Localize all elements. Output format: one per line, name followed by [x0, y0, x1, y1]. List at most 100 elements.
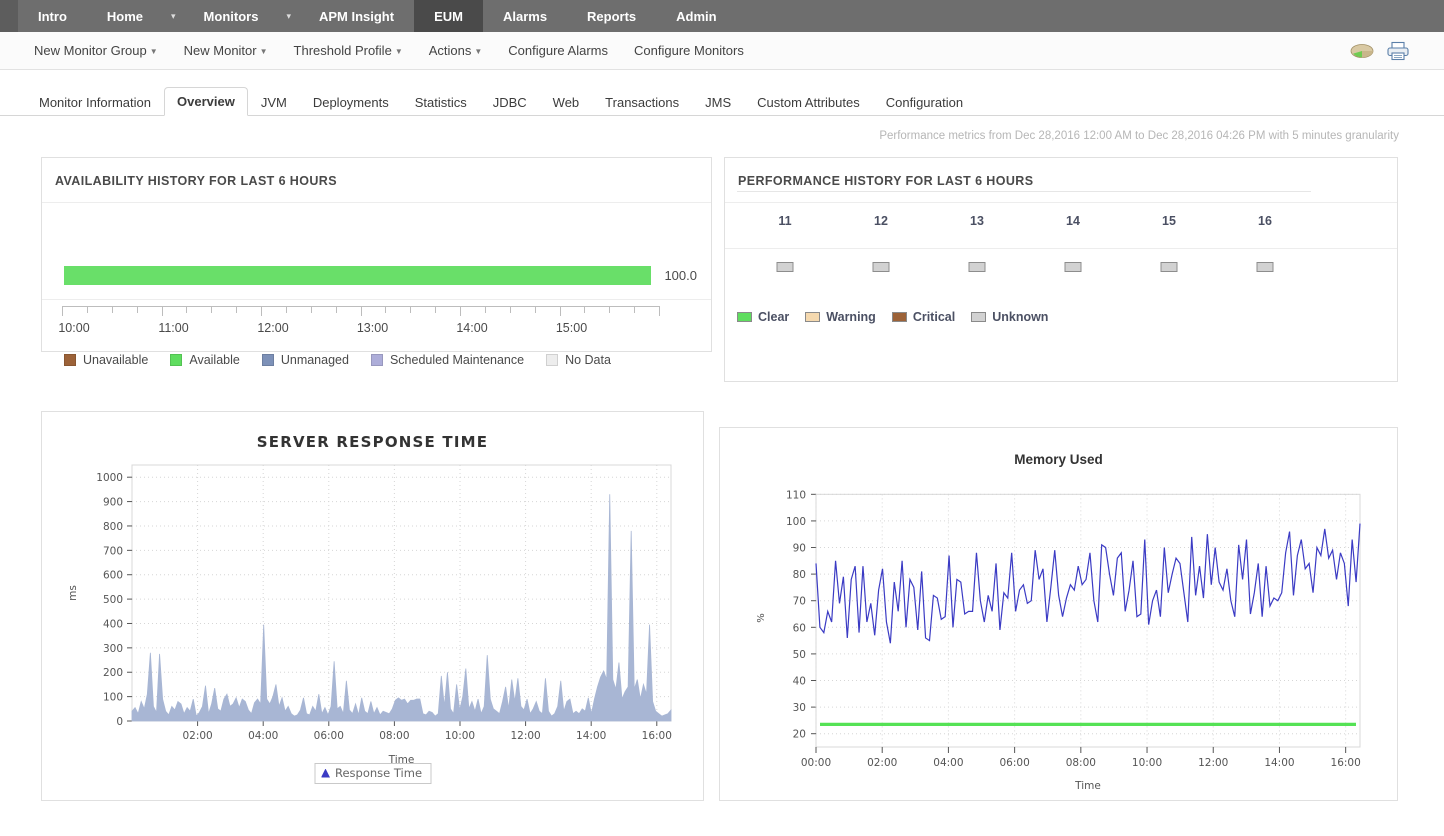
action-toolbar: New Monitor Group▼ New Monitor▼ Threshol… — [0, 32, 1444, 70]
legend-label: Clear — [758, 310, 789, 324]
pie-chart-icon[interactable] — [1350, 42, 1374, 60]
axis-label: 12:00 — [257, 321, 288, 335]
action-configure-alarms[interactable]: Configure Alarms — [508, 43, 608, 58]
server-response-time-svg[interactable]: 0100200300400500600700800900100002:0004:… — [42, 451, 703, 771]
nav-item-apm-insight[interactable]: APM Insight — [299, 0, 414, 32]
tab-configuration[interactable]: Configuration — [873, 88, 976, 116]
action-label: Configure Monitors — [634, 43, 744, 58]
performance-history-panel: PERFORMANCE HISTORY FOR LAST 6 HOURS 111… — [724, 157, 1398, 382]
chevron-down-icon-home[interactable]: ▾ — [163, 0, 184, 32]
axis-tick — [311, 306, 312, 313]
y-axis-tick-label: 400 — [103, 618, 123, 630]
legend-label: Warning — [826, 310, 876, 324]
performance-status-cell[interactable] — [873, 262, 890, 272]
performance-status-cell[interactable] — [1161, 262, 1178, 272]
nav-label: Admin — [676, 9, 716, 24]
action-configure-monitors[interactable]: Configure Monitors — [634, 43, 744, 58]
nav-item-admin[interactable]: Admin — [656, 0, 736, 32]
nav-item-intro[interactable]: Intro — [18, 0, 87, 32]
x-axis-tick-label: 08:00 — [1066, 757, 1096, 769]
availability-bar-row: 100.0 — [64, 265, 697, 285]
performance-status-cells — [737, 262, 1311, 276]
chevron-down-icon-monitors[interactable]: ▾ — [278, 0, 299, 32]
tab-label: JVM — [261, 95, 287, 110]
nav-item-home[interactable]: Home — [87, 0, 163, 32]
axis-tick — [560, 306, 561, 316]
legend-item[interactable]: Warning — [805, 310, 876, 324]
performance-hour-label: 13 — [970, 214, 984, 228]
axis-tick — [485, 306, 486, 313]
legend-item[interactable]: Unmanaged — [262, 353, 349, 367]
axis-tick — [162, 306, 163, 316]
legend-swatch — [737, 312, 752, 322]
x-axis-tick-label: 16:00 — [1331, 757, 1361, 769]
axis-tick — [186, 306, 187, 313]
nav-item-eum[interactable]: EUM — [414, 0, 483, 32]
availability-bar-available[interactable] — [64, 266, 651, 285]
x-axis-tick-label: 04:00 — [248, 730, 278, 742]
tab-overview[interactable]: Overview — [164, 87, 248, 116]
memory-used-plot: 203040506070809010011000:0002:0004:0006:… — [720, 467, 1397, 802]
y-axis-tick-label: 80 — [793, 569, 806, 581]
axis-label: 11:00 — [158, 321, 188, 335]
legend-swatch — [262, 354, 274, 366]
x-axis-tick-label: 06:00 — [314, 730, 344, 742]
nav-item-alarms[interactable]: Alarms — [483, 0, 567, 32]
nav-item-reports[interactable]: Reports — [567, 0, 656, 32]
tab-web[interactable]: Web — [540, 88, 593, 116]
performance-status-cell[interactable] — [1065, 262, 1082, 272]
performance-panel-title: PERFORMANCE HISTORY FOR LAST 6 HOURS — [725, 158, 1397, 203]
y-axis-tick-label: 1000 — [96, 472, 123, 484]
nav-label: APM Insight — [319, 9, 394, 24]
tab-label: Overview — [177, 94, 235, 109]
performance-status-cell[interactable] — [1257, 262, 1274, 272]
tab-custom-attributes[interactable]: Custom Attributes — [744, 88, 873, 116]
memory-used-svg[interactable]: 203040506070809010011000:0002:0004:0006:… — [720, 467, 1397, 797]
tab-jms[interactable]: JMS — [692, 88, 744, 116]
legend-item[interactable]: Unavailable — [64, 353, 148, 367]
legend-swatch — [971, 312, 986, 322]
legend-swatch — [892, 312, 907, 322]
axis-tick — [535, 306, 536, 313]
legend-swatch — [805, 312, 820, 322]
y-axis-tick-label: 60 — [793, 622, 806, 634]
legend-item[interactable]: Available — [170, 353, 240, 367]
action-new-monitor[interactable]: New Monitor▼ — [184, 43, 268, 58]
nav-label: Reports — [587, 9, 636, 24]
tab-jdbc[interactable]: JDBC — [480, 88, 540, 116]
y-axis-tick-label: 70 — [793, 596, 806, 608]
y-axis-tick-label: 40 — [793, 676, 806, 688]
tab-statistics[interactable]: Statistics — [402, 88, 480, 116]
x-axis-tick-label: 02:00 — [182, 730, 212, 742]
nav-item-monitors[interactable]: Monitors — [184, 0, 279, 32]
x-axis-tick-label: 12:00 — [1198, 757, 1228, 769]
tab-deployments[interactable]: Deployments — [300, 88, 402, 116]
chevron-down-icon: ▼ — [474, 47, 482, 56]
action-threshold-profile[interactable]: Threshold Profile▼ — [294, 43, 403, 58]
tab-label: Deployments — [313, 95, 389, 110]
server-response-time-legend[interactable]: Response Time — [314, 763, 431, 784]
legend-item[interactable]: Clear — [737, 310, 789, 324]
action-new-monitor-group[interactable]: New Monitor Group▼ — [34, 43, 158, 58]
performance-status-cell[interactable] — [777, 262, 794, 272]
legend-item[interactable]: No Data — [546, 353, 611, 367]
y-axis-tick-label: 0 — [116, 716, 123, 728]
legend-item[interactable]: Scheduled Maintenance — [371, 353, 524, 367]
tab-transactions[interactable]: Transactions — [592, 88, 692, 116]
performance-status-cell[interactable] — [969, 262, 986, 272]
tab-jvm[interactable]: JVM — [248, 88, 300, 116]
axis-label: 10:00 — [58, 321, 89, 335]
tab-label: Configuration — [886, 95, 963, 110]
y-axis-tick-label: 700 — [103, 545, 123, 557]
metrics-range-note: Performance metrics from Dec 28,2016 12:… — [0, 130, 1444, 142]
x-axis-tick-label: 10:00 — [1132, 757, 1162, 769]
x-axis-tick-label: 00:00 — [801, 757, 831, 769]
action-actions[interactable]: Actions▼ — [429, 43, 483, 58]
legend-label: Unmanaged — [281, 353, 349, 367]
tab-monitor-information[interactable]: Monitor Information — [26, 88, 164, 116]
axis-tick — [87, 306, 88, 313]
printer-icon[interactable] — [1386, 41, 1410, 61]
legend-item[interactable]: Critical — [892, 310, 955, 324]
axis-label: 15:00 — [556, 321, 587, 335]
legend-item[interactable]: Unknown — [971, 310, 1048, 324]
